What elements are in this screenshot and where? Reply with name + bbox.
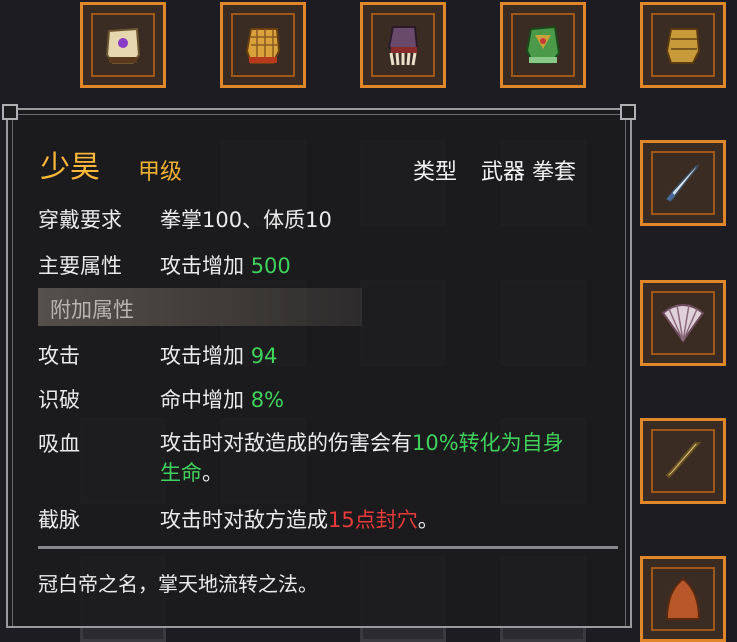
gauntlet-green-icon [525, 25, 561, 64]
tooltip-corner [620, 104, 636, 120]
inventory-slot[interactable] [360, 2, 446, 88]
item-type-label: 类型 [413, 160, 458, 185]
inventory-slot[interactable] [80, 2, 166, 88]
attack-label: 攻击 [38, 344, 80, 368]
gauntlet-claw-icon [387, 26, 419, 66]
gauntlet-gem-icon [105, 27, 141, 64]
lifesteal-value: 攻击时对敌造成的伤害会有10%转化为自身 生命。 [160, 431, 564, 485]
extra-attribute-title: 附加属性 [50, 298, 134, 322]
meridian-label: 截脉 [38, 508, 80, 532]
inventory-slot[interactable] [640, 418, 726, 504]
insight-value: 命中增加 8% [160, 388, 285, 412]
inventory-slot[interactable] [500, 2, 586, 88]
item-tooltip: 少昊 甲级 类型 武器 拳套 穿戴要求 拳掌100、体质10 主要属性 攻击增加… [2, 104, 636, 628]
item-name: 少昊 [40, 150, 100, 185]
inventory-slot[interactable] [640, 556, 726, 642]
bone-blade-icon [665, 442, 702, 479]
requirements-value: 拳掌100、体质10 [160, 208, 332, 232]
item-grade: 甲级 [138, 160, 183, 185]
main-attribute-label: 主要属性 [38, 254, 122, 278]
lifesteal-label: 吸血 [38, 432, 80, 456]
attack-value: 攻击增加 94 [160, 344, 278, 368]
meridian-amount: 15点封穴 [328, 508, 418, 532]
inventory-slot[interactable] [640, 140, 726, 226]
folding-fan-icon [661, 304, 705, 343]
inventory-slot[interactable] [640, 280, 726, 366]
insight-label: 识破 [38, 388, 80, 412]
gauntlet-mesh-icon [245, 28, 281, 64]
tooltip-corner [2, 104, 18, 120]
meridian-value: 攻击时对敌方造成15点封穴。 [160, 508, 439, 532]
inventory-slot[interactable] [220, 2, 306, 88]
gauntlet-gold-icon [665, 28, 701, 64]
main-attribute-value: 攻击增加 500 [160, 254, 291, 278]
inventory-slot[interactable] [640, 2, 726, 88]
item-description: 冠白帝之名，掌天地流转之法。 [38, 572, 318, 596]
main-attribute-amount: 500 [250, 254, 291, 278]
requirements-label: 穿戴要求 [38, 208, 122, 232]
dagger-icon [665, 164, 700, 202]
insight-amount: 8% [250, 388, 285, 412]
item-type-value: 武器 拳套 [481, 160, 576, 185]
extra-attribute-header: 附加属性 [38, 288, 362, 326]
tooltip-divider [38, 546, 618, 549]
attack-amount: 94 [250, 344, 278, 368]
hood-icon [665, 577, 701, 620]
